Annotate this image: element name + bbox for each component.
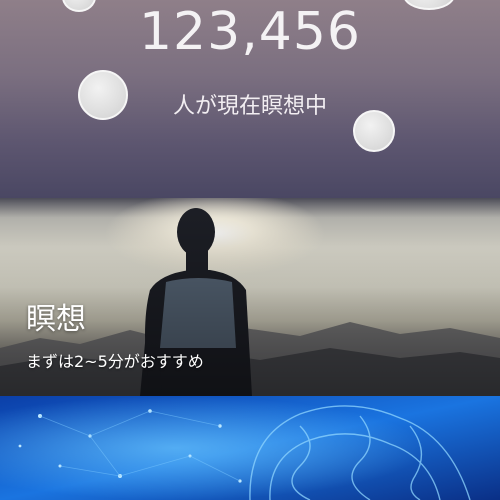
- meditator-count-caption: 人が現在瞑想中: [172, 94, 327, 119]
- brain-card[interactable]: [0, 396, 500, 500]
- meditator-count: 123,456: [138, 2, 362, 62]
- brain-network-image: [0, 396, 500, 500]
- live-meditators-panel: 123,456 人が現在瞑想中: [0, 0, 500, 198]
- meditation-card-subtitle: まずは2~5分がおすすめ: [26, 352, 204, 371]
- meditation-card-title: 瞑想: [26, 302, 86, 337]
